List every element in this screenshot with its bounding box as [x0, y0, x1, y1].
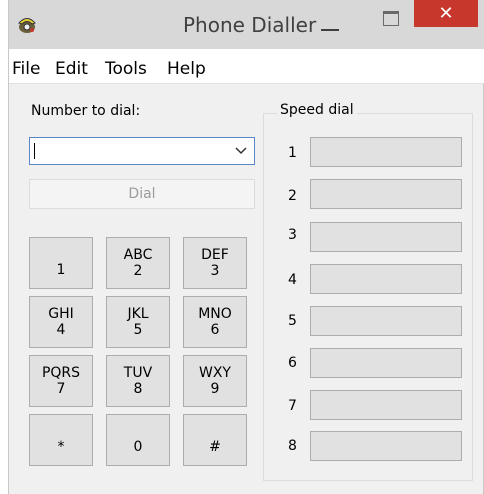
keypad-key-0[interactable]: 0	[106, 414, 170, 466]
speed-dial-label: Speed dial	[277, 102, 357, 118]
menu-file[interactable]: File	[12, 49, 40, 83]
keypad-key-5[interactable]: JKL 5	[106, 296, 170, 348]
speed-dial-number-1: 1	[288, 145, 297, 161]
speed-dial-button-4[interactable]	[310, 264, 462, 294]
speed-dial-number-3: 3	[288, 227, 297, 243]
speed-dial-number-4: 4	[288, 272, 297, 288]
menu-bar: File Edit Tools Help	[9, 49, 484, 84]
menu-edit[interactable]: Edit	[55, 49, 88, 83]
speed-dial-button-3[interactable]	[310, 222, 462, 252]
window-title: Phone Dialler	[183, 13, 317, 37]
keypad-key-1[interactable]: 1	[29, 237, 93, 289]
speed-dial-number-6: 6	[288, 355, 297, 371]
title-bar[interactable]: Phone Dialler ✕	[9, 0, 484, 49]
keypad-key-2[interactable]: ABC 2	[106, 237, 170, 289]
keypad-key-9[interactable]: WXY 9	[183, 355, 247, 407]
keypad-key-7[interactable]: PQRS 7	[29, 355, 93, 407]
speed-dial-button-8[interactable]	[310, 431, 462, 461]
maximize-icon[interactable]	[380, 8, 400, 28]
close-icon[interactable]: ✕	[414, 0, 478, 27]
keypad-key-hash[interactable]: #	[183, 414, 247, 466]
keypad-key-star[interactable]: *	[29, 414, 93, 466]
keypad-key-3[interactable]: DEF 3	[183, 237, 247, 289]
speed-dial-button-5[interactable]	[310, 306, 462, 336]
keypad-key-4[interactable]: GHI 4	[29, 296, 93, 348]
speed-dial-button-2[interactable]	[310, 179, 462, 209]
speed-dial-number-5: 5	[288, 313, 297, 329]
speed-dial-number-8: 8	[288, 438, 297, 454]
speed-dial-group	[263, 113, 473, 481]
keypad-key-6[interactable]: MNO 6	[183, 296, 247, 348]
number-to-dial-label: Number to dial:	[31, 103, 141, 119]
speed-dial-button-6[interactable]	[310, 348, 462, 378]
phone-dialler-window: Phone Dialler ✕ File Edit Tools Help Num…	[8, 0, 484, 494]
minimize-icon[interactable]	[315, 10, 345, 38]
speed-dial-button-7[interactable]	[310, 390, 462, 420]
dial-button[interactable]: Dial	[29, 179, 255, 209]
menu-tools[interactable]: Tools	[105, 49, 147, 83]
text-caret	[34, 143, 35, 159]
chevron-down-icon[interactable]	[228, 138, 254, 164]
speed-dial-number-7: 7	[288, 398, 297, 414]
phone-app-icon[interactable]	[15, 12, 39, 36]
number-to-dial-combobox[interactable]	[29, 137, 255, 165]
speed-dial-number-2: 2	[288, 188, 297, 204]
menu-help[interactable]: Help	[167, 49, 206, 83]
keypad-key-8[interactable]: TUV 8	[106, 355, 170, 407]
speed-dial-button-1[interactable]	[310, 137, 462, 167]
